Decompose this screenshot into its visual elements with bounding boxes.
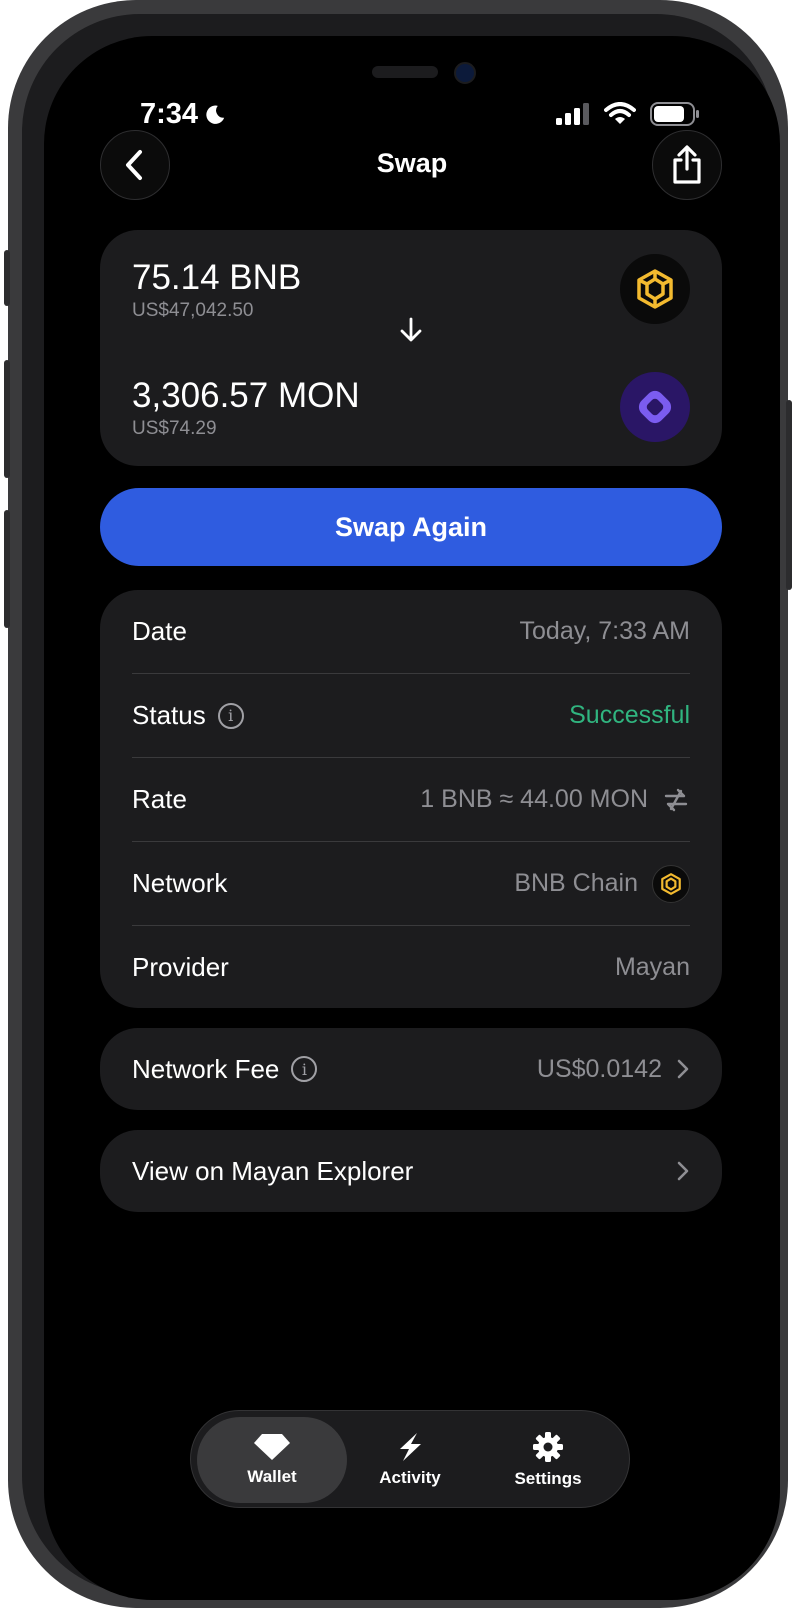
- mon-token-icon: [620, 372, 690, 442]
- date-label: Date: [132, 616, 187, 646]
- from-fiat-value: US$47,042.50: [132, 300, 254, 321]
- arrow-down-icon: [400, 317, 422, 342]
- device-bezel: 7:34 Swap 75.14 BNB US$47,042.50 3,306.5…: [22, 14, 780, 1600]
- network-fee-value-group: US$0.0142: [537, 1055, 690, 1084]
- volume-down-button: [4, 510, 10, 628]
- tab-wallet-label: Wallet: [247, 1467, 297, 1486]
- device-frame: 7:34 Swap 75.14 BNB US$47,042.50 3,306.5…: [4, 0, 792, 1608]
- power-button: [786, 400, 792, 590]
- tab-settings[interactable]: Settings: [473, 1417, 623, 1503]
- network-label: Network: [132, 868, 228, 898]
- rate-label: Rate: [132, 784, 187, 814]
- share-button[interactable]: [652, 130, 722, 200]
- tab-settings-label: Settings: [514, 1469, 582, 1488]
- action-button: [4, 250, 10, 306]
- swap-rate-icon[interactable]: [662, 787, 690, 813]
- detail-row-provider: Provider Mayan: [132, 926, 690, 1009]
- status-value: Successful: [569, 701, 690, 729]
- from-amount: 75.14 BNB: [132, 258, 302, 297]
- network-fee-label-group: Network Fee i: [132, 1053, 318, 1085]
- tab-bar: Wallet Activity Settings: [190, 1410, 630, 1508]
- network-fee-value: US$0.0142: [536, 1054, 662, 1083]
- moon-icon: [206, 105, 225, 124]
- status-time-text: 7:34: [140, 98, 199, 130]
- screen: 7:34 Swap 75.14 BNB US$47,042.50 3,306.5…: [44, 36, 780, 1600]
- front-camera: [454, 62, 476, 84]
- network-fee-info-icon[interactable]: i: [291, 1056, 318, 1082]
- detail-row-network: Network BNB Chain: [132, 842, 690, 926]
- network-value-group: BNB Chain: [514, 864, 690, 903]
- status-label-group: Status i: [132, 700, 244, 731]
- to-amount: 3,306.57 MON: [132, 376, 360, 415]
- detail-row-rate: Rate 1 BNB ≈ 44.00 MON: [132, 758, 690, 842]
- battery-icon: [650, 102, 699, 126]
- network-fee-label: Network Fee: [132, 1053, 280, 1084]
- status-label: Status: [132, 700, 206, 730]
- provider-value: Mayan: [614, 953, 690, 981]
- cellular-signal-icon: [556, 103, 589, 125]
- status-indicators: [556, 102, 700, 126]
- network-fee-row[interactable]: Network Fee i US$0.0142: [100, 1028, 722, 1110]
- details-card: Date Today, 7:33 AM Status i Successful …: [100, 590, 722, 1008]
- network-value: BNB Chain: [514, 869, 638, 897]
- share-icon: [673, 145, 701, 184]
- detail-row-status: Status i Successful: [132, 674, 690, 758]
- rate-value-group: 1 BNB ≈ 44.00 MON: [420, 785, 690, 814]
- provider-label: Provider: [132, 952, 229, 982]
- status-time: 7:34: [140, 98, 226, 131]
- network-fee-content: Network Fee i US$0.0142: [132, 1028, 690, 1110]
- chevron-right-icon: [677, 1161, 689, 1181]
- rate-value: 1 BNB ≈ 44.00 MON: [420, 785, 648, 813]
- view-explorer-label: View on Mayan Explorer: [132, 1155, 414, 1186]
- swap-summary-card: 75.14 BNB US$47,042.50 3,306.57 MON US$7…: [100, 230, 722, 466]
- detail-row-date: Date Today, 7:33 AM: [132, 590, 690, 674]
- volume-up-button: [4, 360, 10, 478]
- lightning-icon: [400, 1433, 421, 1461]
- diamond-icon: [254, 1434, 290, 1460]
- wifi-icon: [604, 102, 636, 124]
- tab-wallet[interactable]: Wallet: [197, 1417, 347, 1503]
- bnb-token-icon: [620, 254, 690, 324]
- gear-icon: [533, 1432, 563, 1462]
- tab-activity-label: Activity: [379, 1468, 441, 1487]
- dynamic-island-speaker: [372, 66, 438, 78]
- date-value: Today, 7:33 AM: [519, 617, 690, 645]
- view-explorer-content: View on Mayan Explorer: [132, 1130, 690, 1212]
- view-explorer-row[interactable]: View on Mayan Explorer: [100, 1130, 722, 1212]
- bnb-chain-icon: [652, 864, 690, 903]
- tab-activity[interactable]: Activity: [335, 1417, 485, 1503]
- status-info-icon[interactable]: i: [217, 702, 244, 729]
- to-fiat-value: US$74.29: [132, 418, 217, 439]
- swap-again-button[interactable]: Swap Again: [100, 488, 722, 566]
- chevron-right-icon: [677, 1059, 689, 1079]
- swap-again-label: Swap Again: [334, 511, 488, 542]
